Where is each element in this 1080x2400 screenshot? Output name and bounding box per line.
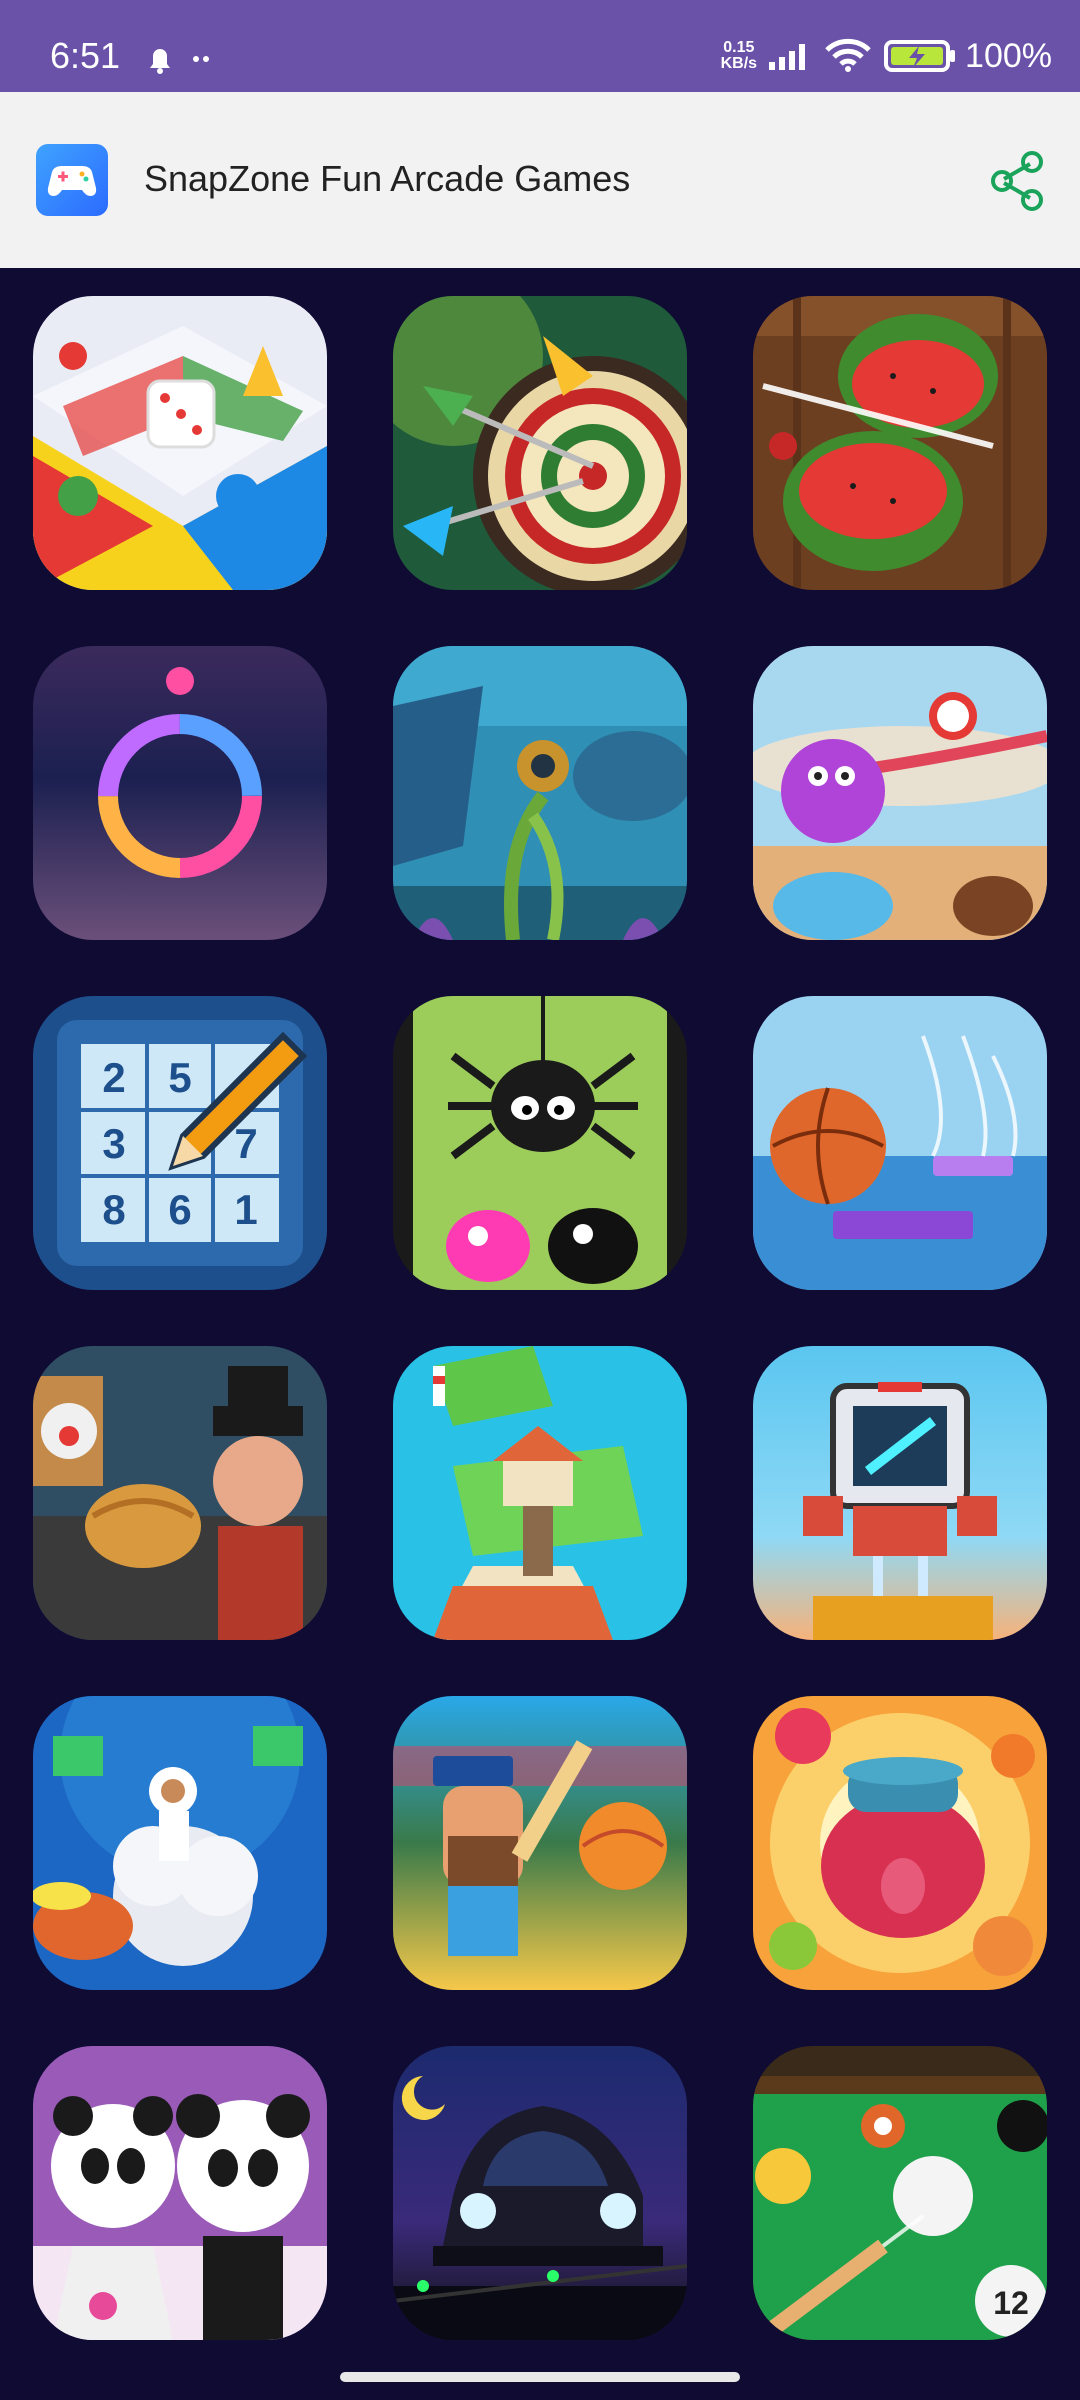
app-title: SnapZone Fun Arcade Games (144, 158, 631, 199)
astronaut-runner-game-icon (33, 1696, 327, 1990)
game-tile-spider[interactable] (393, 996, 687, 1290)
basketball-jump-game-icon (753, 996, 1047, 1290)
net-speed: 0.15 KB/s (721, 40, 757, 72)
spider-game-icon (393, 996, 687, 1290)
game-tile-billiards[interactable]: 12 (753, 2046, 1047, 2340)
billiard-ball-number: 12 (993, 2285, 1029, 2321)
game-tile-panda[interactable] (33, 2046, 327, 2340)
status-bar: 6:51 0.15 KB/s 100% (0, 0, 1080, 92)
sudoku-digit: 8 (102, 1186, 125, 1233)
billiards-game-icon: 12 (753, 2046, 1047, 2340)
gamepad-icon (47, 166, 97, 196)
candy-monster-game-icon (753, 646, 1047, 940)
battery-charging-icon (884, 40, 956, 72)
underwater-diver-game-icon (393, 646, 687, 940)
status-time: 6:51 (50, 35, 121, 76)
game-tile-astronaut[interactable] (33, 1696, 327, 1990)
sudoku-digit: 3 (102, 1120, 125, 1167)
game-tile-basketball[interactable] (753, 996, 1047, 1290)
sudoku-digit: 5 (168, 1054, 191, 1101)
dots-icon (193, 56, 209, 62)
game-tile-ludo[interactable] (33, 296, 327, 590)
sudoku-digit: 1 (234, 1186, 257, 1233)
game-tile-candy-monster[interactable] (753, 646, 1047, 940)
sudoku-digit: 6 (168, 1186, 191, 1233)
sudoku-game-icon: 2 5 3 7 8 6 1 (33, 996, 327, 1290)
signal-icon (769, 44, 806, 70)
bell-icon (150, 49, 170, 74)
app-logo (36, 144, 108, 216)
game-tile-pie-throw[interactable] (33, 1346, 327, 1640)
notification-icons (150, 49, 209, 74)
ludo-game-icon (33, 296, 327, 590)
game-tile-darts[interactable] (393, 296, 687, 590)
game-tile-cricket[interactable] (393, 1696, 687, 1990)
battery-percent: 100% (965, 36, 1052, 75)
game-tile-island-tower[interactable] (393, 1346, 687, 1640)
game-tile-jam[interactable] (753, 1696, 1047, 1990)
net-speed-unit: KB/s (720, 55, 758, 72)
darts-game-icon (393, 296, 687, 590)
island-tower-game-icon (393, 1346, 687, 1640)
game-tile-fruit-slice[interactable] (753, 296, 1047, 590)
game-grid: 2 5 3 7 8 6 1 12 (0, 268, 1080, 2340)
wifi-icon (825, 38, 871, 72)
jam-fruit-game-icon (753, 1696, 1047, 1990)
game-tile-night-car[interactable] (393, 2046, 687, 2340)
game-tile-color-ring[interactable] (33, 646, 327, 940)
color-ring-game-icon (33, 646, 327, 940)
cricket-game-icon (393, 1696, 687, 1990)
game-tile-robot[interactable] (753, 1346, 1047, 1640)
pie-throw-game-icon (33, 1346, 327, 1640)
fruit-slice-game-icon (753, 296, 1047, 590)
net-speed-value: 0.15 (723, 39, 755, 56)
sudoku-digit: 2 (102, 1054, 125, 1101)
game-tile-underwater[interactable] (393, 646, 687, 940)
night-car-game-icon (393, 2046, 687, 2340)
panda-dressup-game-icon (33, 2046, 327, 2340)
gesture-navigation-bar[interactable] (340, 2372, 740, 2382)
robot-jump-game-icon (753, 1346, 1047, 1640)
game-tile-sudoku[interactable]: 2 5 3 7 8 6 1 (33, 996, 327, 1290)
share-icon[interactable] (982, 146, 1052, 216)
sudoku-digit: 7 (234, 1120, 257, 1167)
status-right: 0.15 KB/s 100% (721, 34, 1052, 78)
app-bar: SnapZone Fun Arcade Games (0, 92, 1080, 268)
